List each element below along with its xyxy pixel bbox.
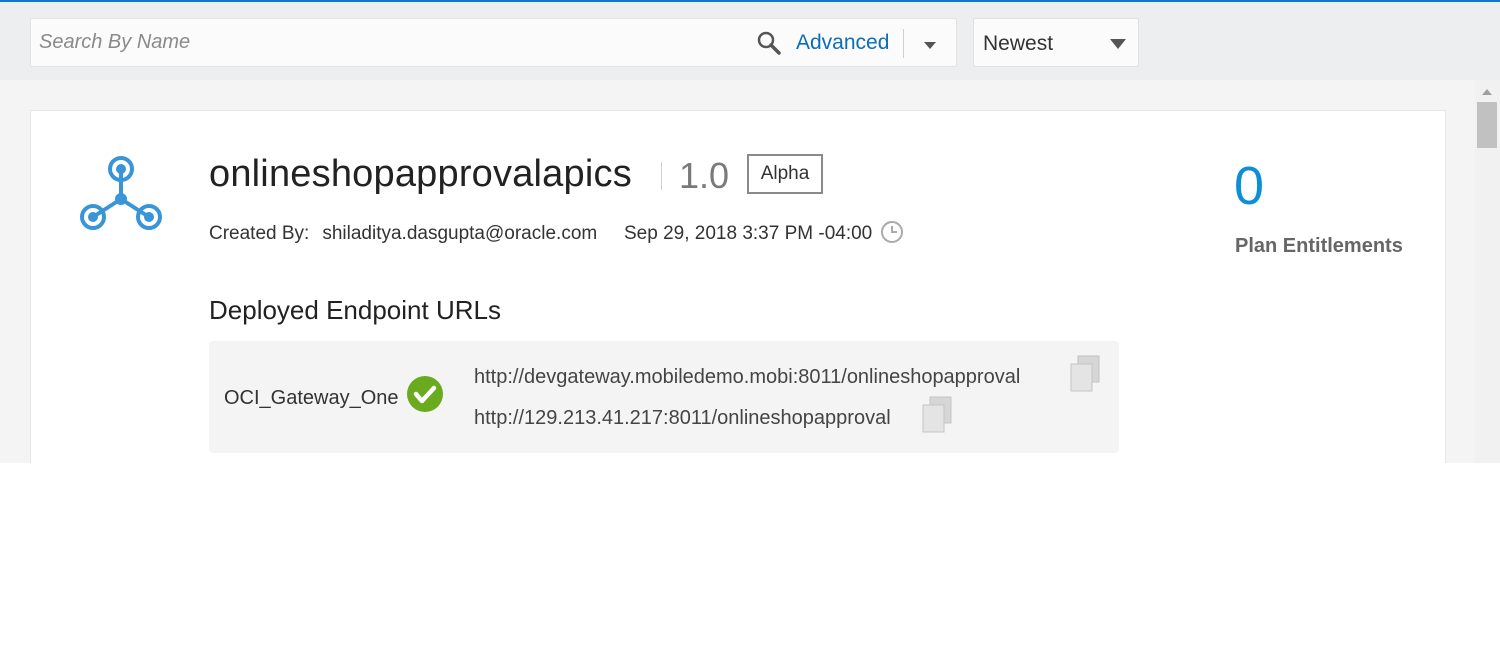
- content-area: onlineshopapprovalapics 1.0 Alpha Create…: [0, 80, 1475, 463]
- toolbar: Advanced Newest: [0, 2, 1500, 80]
- api-network-icon: [80, 156, 162, 230]
- vertical-scrollbar[interactable]: [1475, 80, 1500, 463]
- search-divider: [903, 29, 904, 58]
- sort-select[interactable]: Newest: [973, 18, 1139, 67]
- created-by-value: shiladitya.dasgupta@oracle.com: [322, 223, 598, 244]
- created-date: Sep 29, 2018 3:37 PM -04:00: [624, 223, 873, 244]
- title-divider: [661, 162, 662, 190]
- chevron-down-icon[interactable]: [913, 31, 947, 57]
- created-by-label: Created By:: [209, 223, 310, 244]
- gateway-name: OCI_Gateway_One: [224, 387, 399, 409]
- state-badge: Alpha: [747, 154, 823, 194]
- created-info: Created By: shiladitya.dasgupta@oracle.co…: [209, 223, 872, 245]
- endpoint-panel: OCI_Gateway_One http://devgateway.mobile…: [209, 341, 1119, 453]
- sort-selected-value: Newest: [983, 32, 1054, 55]
- endpoint-url[interactable]: http://devgateway.mobiledemo.mobi:8011/o…: [474, 366, 1020, 389]
- advanced-search-link[interactable]: Advanced: [796, 31, 889, 55]
- clock-icon: [881, 221, 903, 243]
- search-input[interactable]: [31, 19, 746, 66]
- copy-icon[interactable]: [1069, 355, 1101, 393]
- endpoint-url[interactable]: http://129.213.41.217:8011/onlineshopapp…: [474, 407, 891, 430]
- api-version: 1.0: [679, 155, 730, 196]
- check-circle-icon: [407, 376, 443, 412]
- scrollbar-thumb[interactable]: [1477, 102, 1497, 148]
- api-card: onlineshopapprovalapics 1.0 Alpha Create…: [30, 110, 1446, 463]
- api-name[interactable]: onlineshopapprovalapics: [209, 153, 632, 196]
- plan-entitlements-count[interactable]: 0: [1234, 155, 1264, 217]
- deployed-endpoints-heading: Deployed Endpoint URLs: [209, 295, 501, 325]
- caret-down-icon: [1110, 39, 1126, 49]
- copy-icon[interactable]: [921, 396, 953, 434]
- scroll-up-arrow-icon[interactable]: [1482, 89, 1492, 95]
- search-bar: Advanced: [30, 18, 957, 67]
- search-icon[interactable]: [756, 30, 782, 56]
- plan-entitlements-label: Plan Entitlements: [1235, 235, 1403, 257]
